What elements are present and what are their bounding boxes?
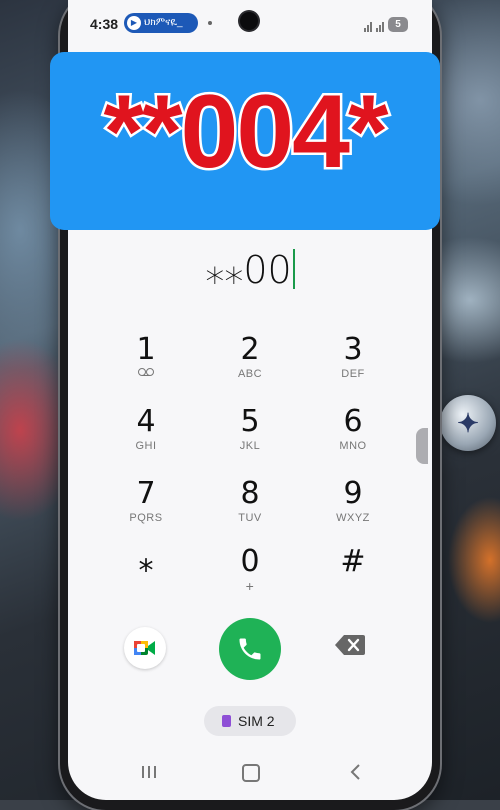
- edge-panel-handle[interactable]: [416, 428, 428, 464]
- banner-code-text: **004*: [101, 72, 391, 193]
- notification-dot: [208, 21, 212, 25]
- key-6[interactable]: 6 MNO: [308, 404, 398, 466]
- battery-icon: 5: [388, 17, 408, 32]
- key-4[interactable]: 4 GHI: [101, 404, 191, 466]
- key-star[interactable]: ⁎: [101, 544, 191, 606]
- key-2[interactable]: 2 ABC: [205, 332, 295, 394]
- backspace-icon: [335, 635, 365, 655]
- back-icon[interactable]: [346, 762, 366, 782]
- key-digit: 3: [343, 332, 363, 367]
- key-letters: +: [245, 578, 255, 594]
- signal-icon: [362, 20, 390, 32]
- key-digit: #: [340, 544, 366, 579]
- video-call-button[interactable]: [124, 627, 166, 669]
- recents-icon[interactable]: [140, 764, 158, 780]
- key-digit: 9: [343, 476, 363, 511]
- key-letters: GHI: [135, 440, 157, 452]
- key-letters: ABC: [237, 368, 263, 380]
- code-overlay-banner: **004*: [50, 52, 440, 230]
- dial-number-value: ⁎⁎00: [205, 248, 292, 292]
- key-digit: 4: [136, 404, 156, 439]
- key-7[interactable]: 7 PQRS: [101, 476, 191, 538]
- front-camera: [240, 12, 258, 30]
- status-bar: 4:38 ▶ ህክምናዪ_ 5: [68, 12, 432, 38]
- key-digit: 0: [240, 544, 260, 579]
- key-hash[interactable]: #: [308, 544, 398, 606]
- status-time: 4:38: [90, 16, 119, 32]
- home-icon[interactable]: [242, 764, 260, 782]
- key-8[interactable]: 8 TUV: [205, 476, 295, 538]
- call-button[interactable]: [219, 618, 281, 680]
- key-letters: JKL: [239, 440, 261, 452]
- sim-label: SIM 2: [238, 713, 275, 729]
- voicemail-icon: [138, 368, 154, 376]
- dial-number-field[interactable]: ⁎⁎00: [68, 248, 432, 292]
- key-letters: PQRS: [129, 512, 163, 524]
- key-0[interactable]: 0 +: [205, 544, 295, 606]
- key-1[interactable]: 1: [101, 332, 191, 394]
- key-letters: WXYZ: [336, 512, 370, 524]
- key-digit: 6: [343, 404, 363, 439]
- key-digit: 7: [136, 476, 156, 511]
- key-digit: ⁎: [138, 544, 154, 579]
- key-digit: 8: [240, 476, 260, 511]
- sim-selector-button[interactable]: SIM 2: [204, 706, 296, 736]
- play-icon: ▶: [127, 16, 141, 30]
- notification-pill[interactable]: ▶ ህክምናዪ_: [124, 13, 198, 33]
- key-digit: 5: [240, 404, 260, 439]
- key-9[interactable]: 9 WXYZ: [308, 476, 398, 538]
- key-digit: 1: [136, 332, 156, 367]
- google-meet-icon: [134, 641, 155, 655]
- navigation-bar: [68, 760, 432, 784]
- key-3[interactable]: 3 DEF: [308, 332, 398, 394]
- key-digit: 2: [240, 332, 260, 367]
- key-5[interactable]: 5 JKL: [205, 404, 295, 466]
- notification-pill-label: ህክምናዪ_: [144, 17, 183, 28]
- key-letters: DEF: [341, 368, 365, 380]
- phone-icon: [239, 638, 261, 660]
- key-letters: MNO: [339, 440, 367, 452]
- backspace-button[interactable]: [334, 634, 374, 664]
- text-caret: [292, 249, 295, 289]
- key-letters: TUV: [238, 512, 262, 524]
- playstation-logo-background: ✦: [440, 395, 496, 451]
- sim-card-icon: [222, 715, 231, 727]
